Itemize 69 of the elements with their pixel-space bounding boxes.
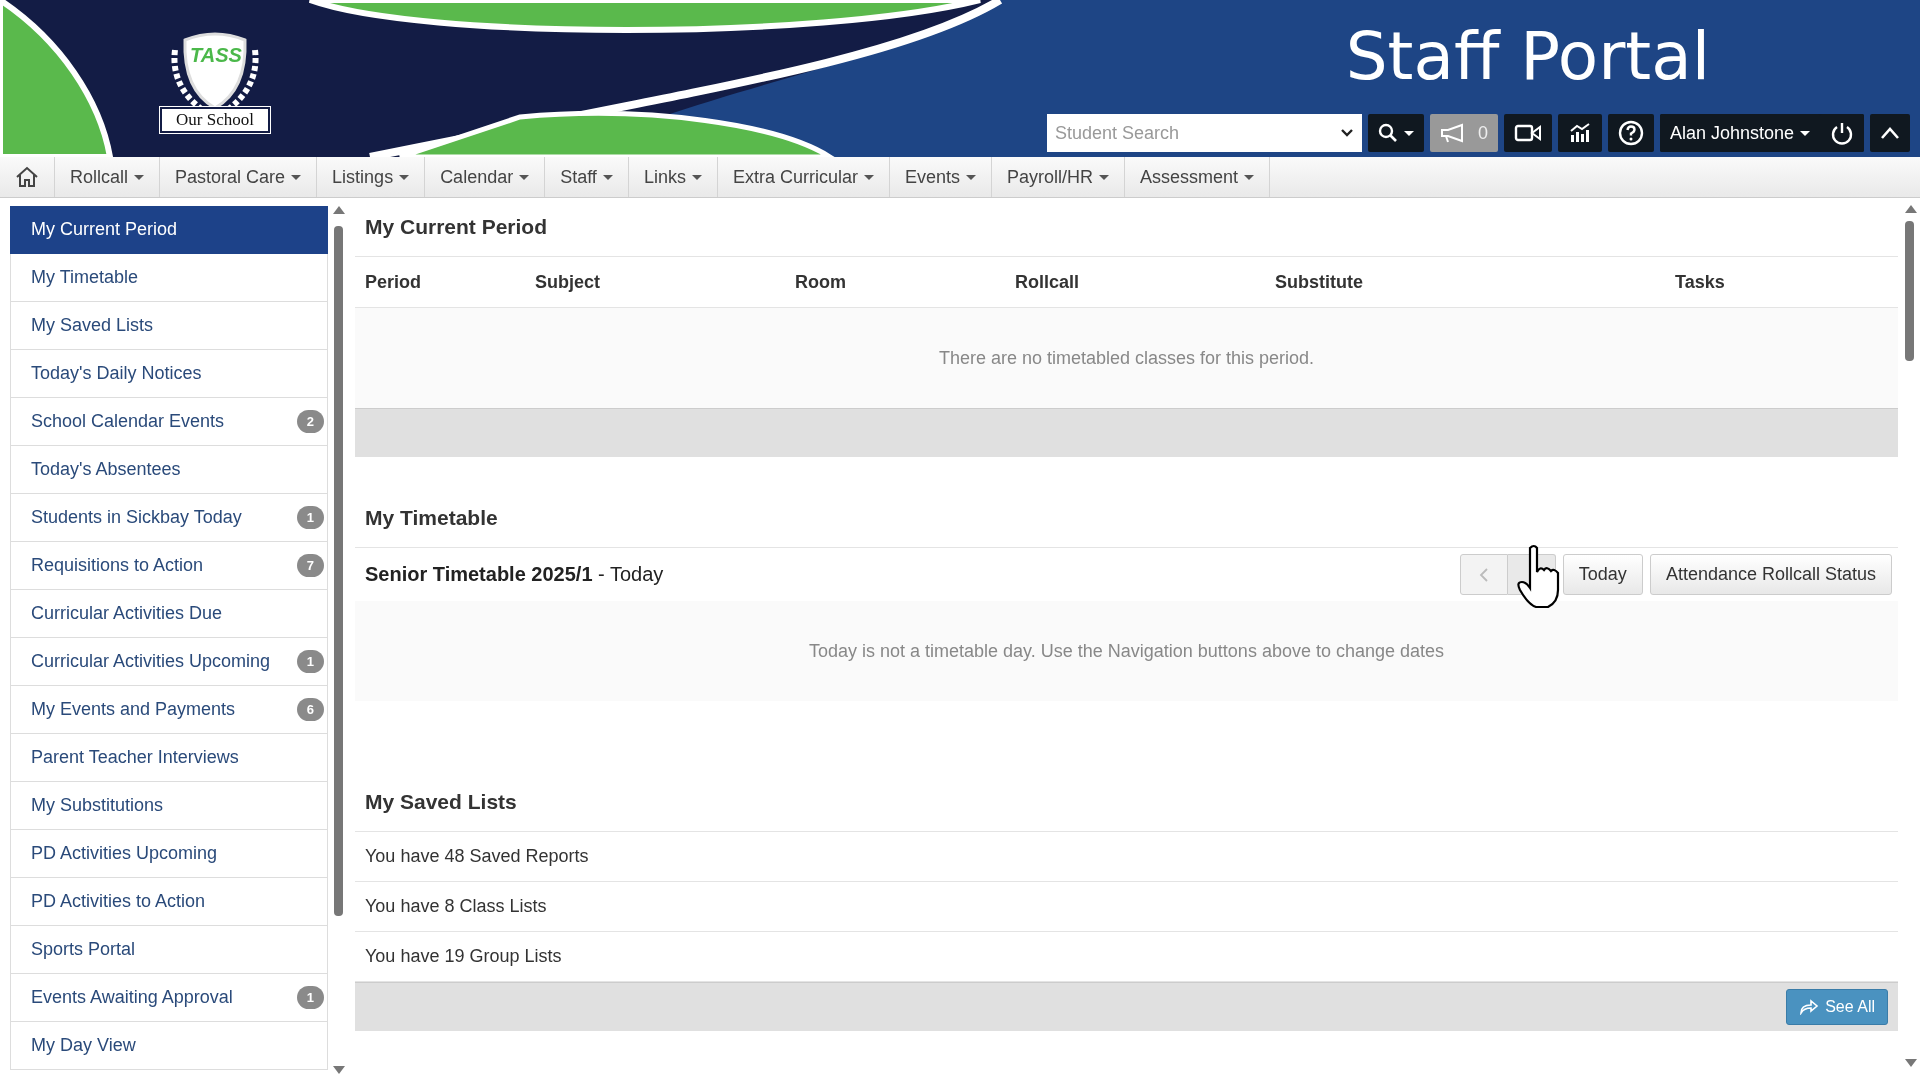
list-row[interactable]: You have 8 Class Lists — [355, 882, 1898, 932]
sidebar-item[interactable]: Events Awaiting Approval 1 — [10, 974, 328, 1022]
sidebar-item[interactable]: My Events and Payments 6 — [10, 686, 328, 734]
sidebar-item[interactable]: My Current Period — [10, 206, 328, 254]
chevron-up-icon — [1880, 126, 1900, 140]
column-header: Rollcall — [1015, 271, 1081, 293]
sidebar-item[interactable]: My Substitutions — [10, 782, 328, 830]
count-badge: 7 — [296, 554, 324, 577]
section-heading: My Current Period — [355, 198, 1898, 257]
chevron-left-icon — [1478, 566, 1489, 583]
sidebar-item[interactable]: Today's Absentees — [10, 446, 328, 494]
sidebar-item[interactable]: Parent Teacher Interviews — [10, 734, 328, 782]
column-header: Room — [795, 271, 847, 293]
sidebar-item[interactable]: Curricular Activities Due — [10, 590, 328, 638]
sidebar-item[interactable]: Students in Sickbay Today 1 — [10, 494, 328, 542]
menu-item[interactable]: Staff — [545, 157, 629, 197]
menu-item[interactable]: Extra Curricular — [717, 157, 890, 197]
menu-item[interactable]: Pastoral Care — [160, 157, 318, 197]
column-header: Substitute — [1275, 271, 1364, 293]
menu-item[interactable]: Assessment — [1125, 157, 1271, 197]
count-badge: 6 — [296, 698, 324, 721]
info-message: Today is not a timetable day. Use the Navigation buttons above to change dates — [355, 601, 1898, 701]
menu-item[interactable]: Payroll/HR — [991, 157, 1125, 197]
column-header: Period — [365, 271, 422, 293]
chevron-down-icon — [1339, 128, 1354, 138]
home-icon — [15, 166, 39, 188]
student-search-field[interactable]: Student Search — [1046, 114, 1362, 152]
sidebar-item[interactable]: My Saved Lists — [10, 302, 328, 350]
count-badge: 1 — [296, 506, 324, 529]
column-header: Tasks — [1675, 271, 1726, 293]
search-button[interactable] — [1367, 114, 1424, 152]
sidebar-item[interactable]: Curricular Activities Upcoming 1 — [10, 638, 328, 686]
power-icon — [1830, 121, 1854, 145]
sidebar-item[interactable]: Requisitions to Action 7 — [10, 542, 328, 590]
video-button[interactable] — [1503, 114, 1552, 152]
menu-item[interactable]: Links — [628, 157, 718, 197]
help-icon — [1617, 120, 1644, 146]
count-badge: 1 — [296, 986, 324, 1009]
sidebar-item[interactable]: PD Activities to Action — [10, 878, 328, 926]
help-button[interactable] — [1607, 114, 1654, 152]
menu-item[interactable]: Calendar — [425, 157, 546, 197]
count-badge: 1 — [296, 650, 324, 673]
sidebar-item[interactable]: Sports Portal — [10, 926, 328, 974]
list-row[interactable]: You have 48 Saved Reports — [355, 832, 1898, 882]
menu-item[interactable]: Rollcall — [55, 157, 161, 197]
school-name: Our School — [160, 107, 270, 133]
section-heading: My Timetable — [355, 489, 1898, 548]
sidebar-item[interactable]: My Timetable — [10, 254, 328, 302]
logo-text: TASS — [190, 44, 242, 67]
timetable-title: Senior Timetable 2025/1 - Today — [365, 563, 664, 586]
column-header: Subject — [535, 271, 601, 293]
collapse-button[interactable] — [1870, 114, 1910, 152]
share-arrow-icon — [1799, 999, 1820, 1015]
menu-item[interactable]: Events — [889, 157, 992, 197]
toolbar-button[interactable]: Attendance Rollcall Status — [1649, 554, 1892, 595]
menu-item[interactable]: Listings — [317, 157, 426, 197]
empty-message: There are no timetabled classes for this period. — [355, 308, 1898, 408]
toolbar-button[interactable]: Today — [1562, 554, 1643, 595]
search-icon — [1377, 123, 1398, 143]
sidebar-item[interactable]: Today's Daily Notices — [10, 350, 328, 398]
megaphone-icon — [1439, 123, 1466, 143]
sidebar-item[interactable]: School Calendar Events 2 — [10, 398, 328, 446]
video-camera-icon — [1513, 123, 1542, 143]
count-badge: 2 — [296, 410, 324, 433]
section-heading: My Saved Lists — [355, 773, 1898, 832]
sidebar-item[interactable]: PD Activities Upcoming — [10, 830, 328, 878]
chart-button[interactable] — [1557, 114, 1602, 152]
portal-title: Staff Portal — [1345, 18, 1710, 95]
sidebar-item[interactable]: My Day View — [10, 1022, 328, 1070]
